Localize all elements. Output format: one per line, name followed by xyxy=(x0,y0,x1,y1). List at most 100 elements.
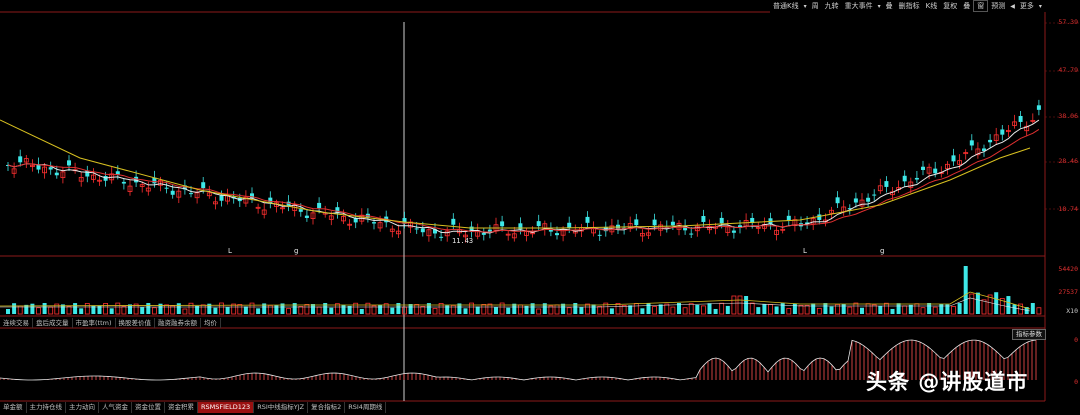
tab-spread[interactable]: 换股差价值 xyxy=(116,318,156,328)
tab-popular-funds[interactable]: 人气资金 xyxy=(99,402,132,413)
volume-bar xyxy=(445,305,450,314)
min-price-label: 11.43 xyxy=(452,237,474,245)
price-axis-label: 28.46 xyxy=(1058,157,1078,165)
volume-bar xyxy=(66,306,72,315)
kline-type-button[interactable]: 普通K线 xyxy=(770,0,802,12)
indicator-params-button[interactable]: 指标参数 xyxy=(1012,329,1046,340)
volume-bar xyxy=(249,302,255,315)
candle-down xyxy=(835,197,840,204)
volume-bar xyxy=(414,304,420,315)
volume-bar xyxy=(688,303,694,315)
chart-canvas[interactable] xyxy=(0,0,1080,415)
candle-down xyxy=(701,216,706,222)
volume-bar xyxy=(463,308,468,314)
volume-bar xyxy=(103,303,108,315)
volume-bar xyxy=(213,307,218,314)
tab-fund-position[interactable]: 资金位置 xyxy=(132,402,165,413)
more-dropdown-icon[interactable]: ▾ xyxy=(1037,3,1044,10)
volume-bar xyxy=(36,307,41,315)
overlay-button[interactable]: 叠 xyxy=(883,0,896,12)
signal-marker: L xyxy=(228,247,232,255)
more-button[interactable]: 更多 xyxy=(1017,0,1037,12)
dropdown-icon[interactable]: ▾ xyxy=(876,3,883,10)
volume-bar xyxy=(390,307,395,314)
volume-bar xyxy=(792,303,797,314)
volume-bar xyxy=(768,304,773,315)
candle-down xyxy=(969,140,974,146)
candle-down xyxy=(372,222,376,224)
candle-down xyxy=(1018,115,1023,122)
pin-icon[interactable]: ◀ xyxy=(1008,3,1017,10)
volume-unit-label: X10 xyxy=(1066,307,1078,315)
kline-button[interactable]: K线 xyxy=(923,0,941,12)
watermark: 头条 @讲股道市 xyxy=(866,370,1029,394)
candle-down xyxy=(921,166,925,170)
volume-bar xyxy=(969,293,975,315)
tab-order-amount[interactable]: 单金额 xyxy=(0,402,27,413)
volume-bar xyxy=(932,306,938,315)
tab-rsi4-period[interactable]: RSI4周期线 xyxy=(345,402,387,413)
window-button[interactable]: 窗 xyxy=(973,0,989,12)
candle-down xyxy=(652,219,657,226)
volume-bar xyxy=(494,307,498,314)
volume-indicator-tabs: 连续交易 盘后成交量 市盈率(ttm) 换股差价值 融资融券余额 均价 xyxy=(0,318,222,328)
nine-turn-button[interactable]: 九转 xyxy=(822,0,842,12)
volume-bar xyxy=(597,306,603,315)
delete-indicator-button[interactable]: 删指标 xyxy=(896,0,923,12)
candle-down xyxy=(933,168,938,174)
tab-pe-ttm[interactable]: 市盈率(ttm) xyxy=(73,318,116,328)
volume-bar xyxy=(359,308,364,314)
volume-bar xyxy=(896,303,901,314)
volume-bar xyxy=(237,304,243,315)
candle-down xyxy=(170,190,175,195)
indicator-tabs: 单金额 主力持仓线 主力动向 人气资金 资金位置 资金积累 RSMSFIELD1… xyxy=(0,402,387,413)
candle-down xyxy=(420,228,425,233)
candle-down xyxy=(555,233,559,236)
volume-bar xyxy=(91,305,96,314)
volume-bar xyxy=(963,266,968,314)
candle-down xyxy=(18,156,23,163)
tab-composite-2[interactable]: 复合指标2 xyxy=(308,402,346,413)
tab-after-hours-volume[interactable]: 盘后成交量 xyxy=(33,318,73,328)
volume-bar xyxy=(695,304,700,314)
tab-main-trend[interactable]: 主力动向 xyxy=(66,402,99,413)
candle-down xyxy=(1000,129,1005,135)
volume-bar xyxy=(920,307,926,315)
volume-bar xyxy=(579,307,584,314)
volume-bar xyxy=(591,304,596,314)
tab-rsi-midline[interactable]: RSI中线指标YJZ xyxy=(254,402,309,413)
volume-bar xyxy=(957,303,962,314)
tab-rsmsfield123[interactable]: RSMSFIELD123 xyxy=(198,402,255,413)
stack-button[interactable]: 叠 xyxy=(960,0,973,12)
forecast-button[interactable]: 预测 xyxy=(988,0,1008,12)
dropdown-icon[interactable]: ▾ xyxy=(802,3,809,10)
volume-bar xyxy=(316,306,322,315)
candle-down xyxy=(786,215,791,221)
volume-bar xyxy=(487,303,493,315)
volume-bar xyxy=(737,295,743,315)
candle-down xyxy=(866,197,871,202)
candle-down xyxy=(414,228,419,230)
tab-continuous-trade[interactable]: 连续交易 xyxy=(0,318,33,328)
candle-down xyxy=(731,230,736,233)
tab-fund-accumulation[interactable]: 资金积累 xyxy=(165,402,198,413)
tab-avg-price[interactable]: 均价 xyxy=(201,318,222,328)
volume-bar xyxy=(1006,296,1011,314)
volume-bar xyxy=(432,307,438,315)
candle-down xyxy=(201,182,206,189)
period-week-button[interactable]: 周 xyxy=(809,0,822,12)
candle-down xyxy=(451,218,456,225)
volume-bar xyxy=(182,308,188,315)
volume-bar xyxy=(304,304,310,315)
candle-down xyxy=(304,215,309,218)
tab-main-position[interactable]: 主力持仓线 xyxy=(27,402,66,413)
candle-down xyxy=(689,233,694,235)
volume-bar xyxy=(585,303,590,315)
volume-bar xyxy=(609,308,614,314)
volume-bar xyxy=(48,306,54,315)
tab-margin-balance[interactable]: 融资融券余额 xyxy=(155,318,202,328)
signal-marker: g xyxy=(294,247,299,255)
volume-bar xyxy=(73,303,78,314)
major-events-button[interactable]: 重大事件 xyxy=(842,0,876,12)
restore-rights-button[interactable]: 复权 xyxy=(940,0,960,12)
